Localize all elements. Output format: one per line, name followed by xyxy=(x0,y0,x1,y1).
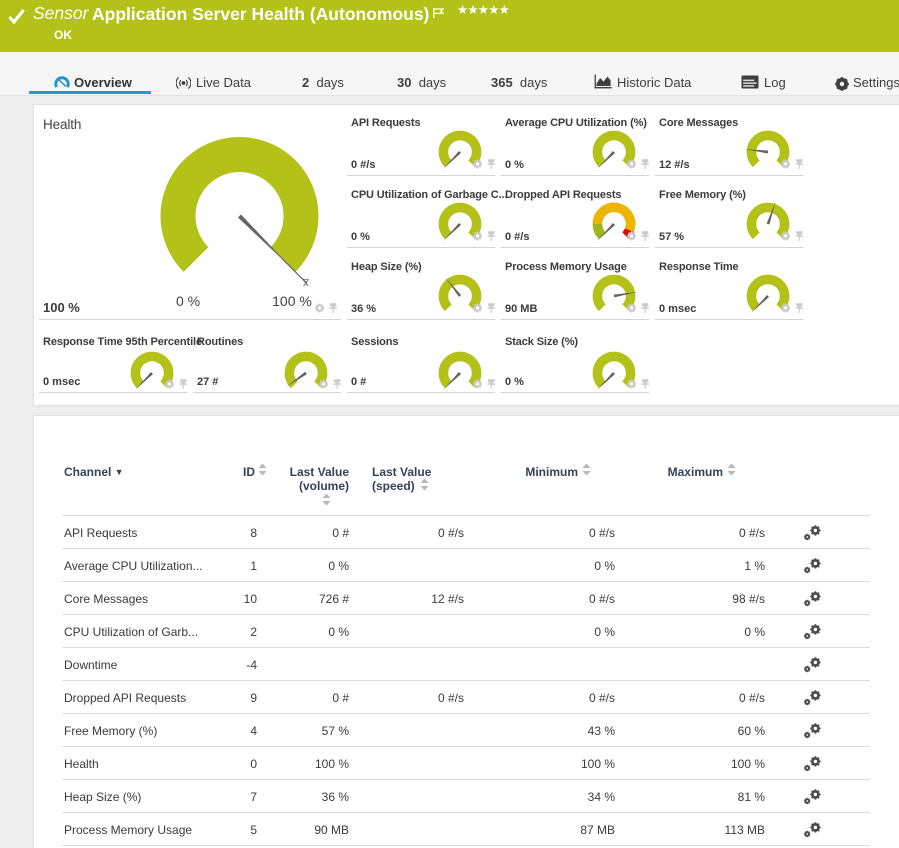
svg-text:x̅: x̅ xyxy=(302,277,310,289)
